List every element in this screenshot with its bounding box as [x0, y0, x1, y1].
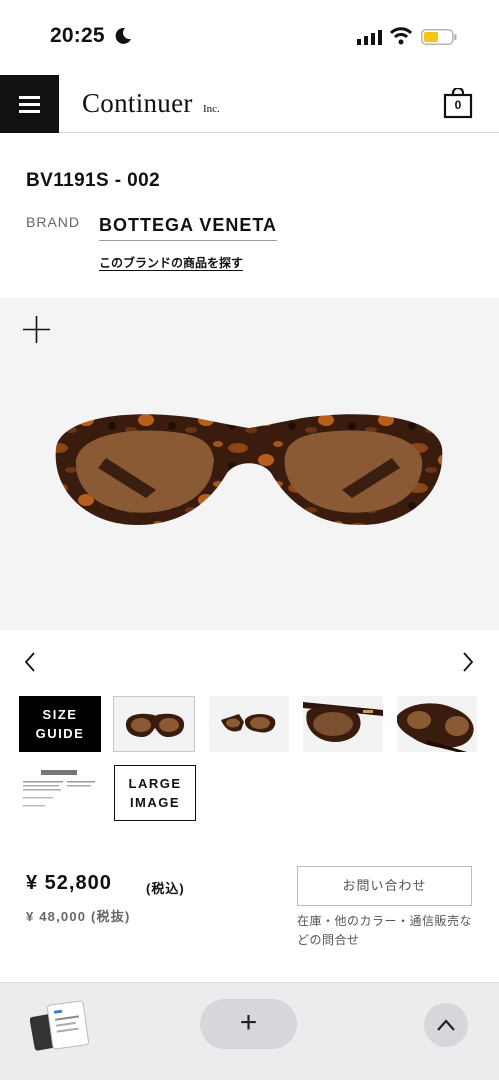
sunglasses-angle-thumb — [221, 714, 276, 733]
menu-icon-bar — [19, 96, 40, 99]
cart-button[interactable]: 0 — [443, 88, 473, 119]
brand-search-link[interactable]: このブランドの商品を探す — [99, 254, 243, 271]
browser-toolbar: + — [0, 982, 499, 1080]
chevron-up-icon — [437, 1019, 455, 1031]
zoom-plus-icon[interactable] — [23, 316, 50, 343]
inquiry-button[interactable]: お問い合わせ — [297, 866, 472, 906]
cart-count: 0 — [454, 98, 462, 112]
large-image-label-1: LARGE — [128, 776, 182, 791]
scroll-up-button[interactable] — [424, 1003, 468, 1047]
size-guide-button[interactable]: SIZE GUIDE — [19, 696, 101, 752]
status-bar: 20:25 — [0, 0, 499, 74]
price-tax-excluded: ¥ 48,000 (税抜) — [26, 909, 131, 924]
status-time: 20:25 — [50, 24, 105, 47]
sunglasses-front-thumb — [125, 713, 185, 737]
main-product-image[interactable] — [0, 298, 499, 630]
chevron-left-icon[interactable] — [22, 651, 38, 673]
thumbnail-document[interactable] — [19, 765, 101, 821]
document-thumb — [23, 770, 95, 807]
large-image-label-2: IMAGE — [129, 795, 181, 810]
tabs-preview-icon[interactable] — [30, 999, 90, 1053]
thumbnail-closeup[interactable] — [397, 696, 477, 752]
site-logo-suffix: Inc. — [203, 103, 220, 115]
size-guide-label-1: SIZE — [42, 707, 78, 722]
wifi-icon — [390, 27, 412, 45]
sunglasses-side-thumb — [303, 702, 383, 742]
site-header: Continuer Inc. 0 — [0, 75, 499, 133]
battery-icon — [421, 29, 457, 45]
chevron-right-icon[interactable] — [460, 651, 476, 673]
product-code: BV1191S - 002 — [26, 170, 161, 191]
menu-button[interactable] — [0, 75, 59, 133]
site-logo[interactable]: Continuer — [82, 88, 193, 119]
thumbnail-front[interactable] — [113, 696, 195, 752]
menu-icon-bar — [19, 103, 40, 106]
sunglasses-image — [55, 414, 443, 525]
thumbnail-side[interactable] — [303, 696, 383, 752]
menu-icon-bar — [19, 110, 40, 113]
price-tax-included: ¥ 52,800 — [26, 872, 112, 894]
large-image-button[interactable]: LARGE IMAGE — [114, 765, 196, 821]
thumbnail-angle[interactable] — [209, 696, 289, 752]
new-tab-button[interactable]: + — [200, 999, 297, 1049]
price-tax-label: (税込) — [146, 881, 185, 896]
brand-label: BRAND — [26, 214, 81, 230]
signal-icon — [357, 30, 382, 45]
inquiry-note: 在庫・他のカラー・通信販売などの問合せ — [297, 914, 473, 947]
size-guide-label-2: GUIDE — [35, 726, 85, 741]
brand-name[interactable]: BOTTEGA VENETA — [99, 215, 278, 241]
sunglasses-closeup-thumb — [397, 703, 474, 752]
moon-icon — [115, 27, 131, 44]
